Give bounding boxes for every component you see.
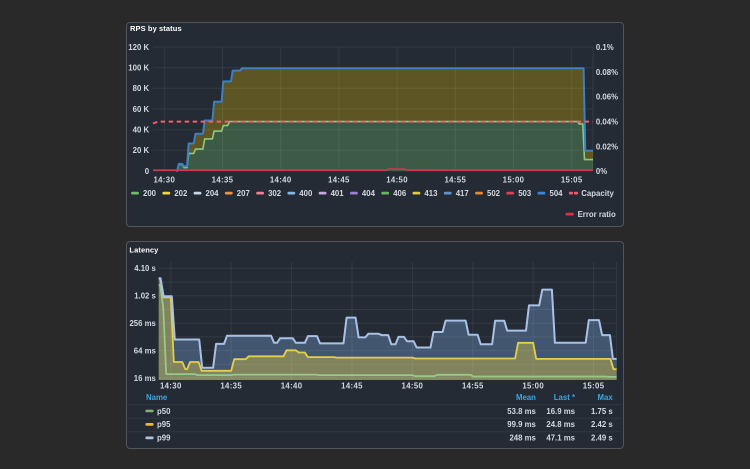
svg-text:15:05: 15:05 [561,175,583,184]
svg-text:1.75 s: 1.75 s [591,406,613,415]
svg-text:14:55: 14:55 [444,175,466,184]
svg-text:413: 413 [424,189,438,198]
svg-text:100 K: 100 K [128,64,149,73]
svg-text:Error ratio: Error ratio [578,210,616,219]
svg-text:204: 204 [206,189,220,198]
svg-text:20 K: 20 K [133,146,150,155]
svg-text:15:05: 15:05 [583,381,605,390]
svg-text:64 ms: 64 ms [134,346,157,355]
svg-text:14:40: 14:40 [281,381,303,390]
svg-text:14:30: 14:30 [160,381,182,390]
svg-text:0: 0 [145,167,150,176]
svg-text:0.04%: 0.04% [596,118,618,127]
svg-text:1.02 s: 1.02 s [134,291,156,300]
svg-text:15:00: 15:00 [503,175,525,184]
svg-text:14:50: 14:50 [402,381,424,390]
svg-text:RPS by status: RPS by status [130,24,182,33]
svg-text:40 K: 40 K [133,126,150,135]
svg-text:2.49 s: 2.49 s [591,433,613,442]
svg-text:16.9 ms: 16.9 ms [546,406,575,415]
svg-text:302: 302 [268,189,282,198]
svg-text:14:40: 14:40 [270,175,292,184]
svg-text:Capacity: Capacity [581,189,614,198]
svg-text:Last *: Last * [554,393,576,402]
svg-text:0%: 0% [596,167,607,176]
svg-text:401: 401 [331,189,345,198]
svg-text:2.42 s: 2.42 s [591,420,613,429]
svg-text:99.9 ms: 99.9 ms [507,420,536,429]
svg-text:4.10 s: 4.10 s [134,264,156,273]
svg-text:400: 400 [299,189,313,198]
svg-text:504: 504 [550,189,564,198]
svg-text:Name: Name [146,393,168,402]
svg-text:503: 503 [518,189,532,198]
svg-text:14:55: 14:55 [462,381,484,390]
svg-text:Mean: Mean [516,393,536,402]
svg-text:502: 502 [487,189,501,198]
svg-text:p50: p50 [157,406,171,415]
svg-text:53.8 ms: 53.8 ms [507,406,536,415]
svg-text:14:35: 14:35 [220,381,242,390]
svg-text:0.06%: 0.06% [596,93,618,102]
svg-text:202: 202 [174,189,188,198]
svg-text:0.08%: 0.08% [596,68,618,77]
svg-text:406: 406 [393,189,407,198]
svg-text:24.8 ms: 24.8 ms [546,420,575,429]
svg-text:256 ms: 256 ms [129,319,156,328]
svg-text:207: 207 [237,189,250,198]
svg-text:120 K: 120 K [128,43,149,52]
svg-text:0.02%: 0.02% [596,142,618,151]
svg-text:14:35: 14:35 [212,175,234,184]
svg-text:200: 200 [143,189,157,198]
svg-text:0.1%: 0.1% [596,43,614,52]
svg-text:417: 417 [456,189,469,198]
svg-text:16 ms: 16 ms [134,373,157,382]
svg-text:Latency: Latency [129,245,159,254]
svg-text:404: 404 [362,189,376,198]
svg-text:p95: p95 [157,420,171,429]
svg-text:14:45: 14:45 [341,381,363,390]
svg-text:p99: p99 [157,433,171,442]
svg-text:14:50: 14:50 [386,175,408,184]
svg-text:80 K: 80 K [133,84,150,93]
svg-text:14:45: 14:45 [328,175,350,184]
svg-text:60 K: 60 K [133,105,150,114]
svg-text:Max: Max [598,393,614,402]
svg-text:248 ms: 248 ms [509,433,536,442]
svg-text:15:00: 15:00 [522,381,544,390]
svg-text:47.1 ms: 47.1 ms [546,433,575,442]
svg-text:14:30: 14:30 [153,175,175,184]
